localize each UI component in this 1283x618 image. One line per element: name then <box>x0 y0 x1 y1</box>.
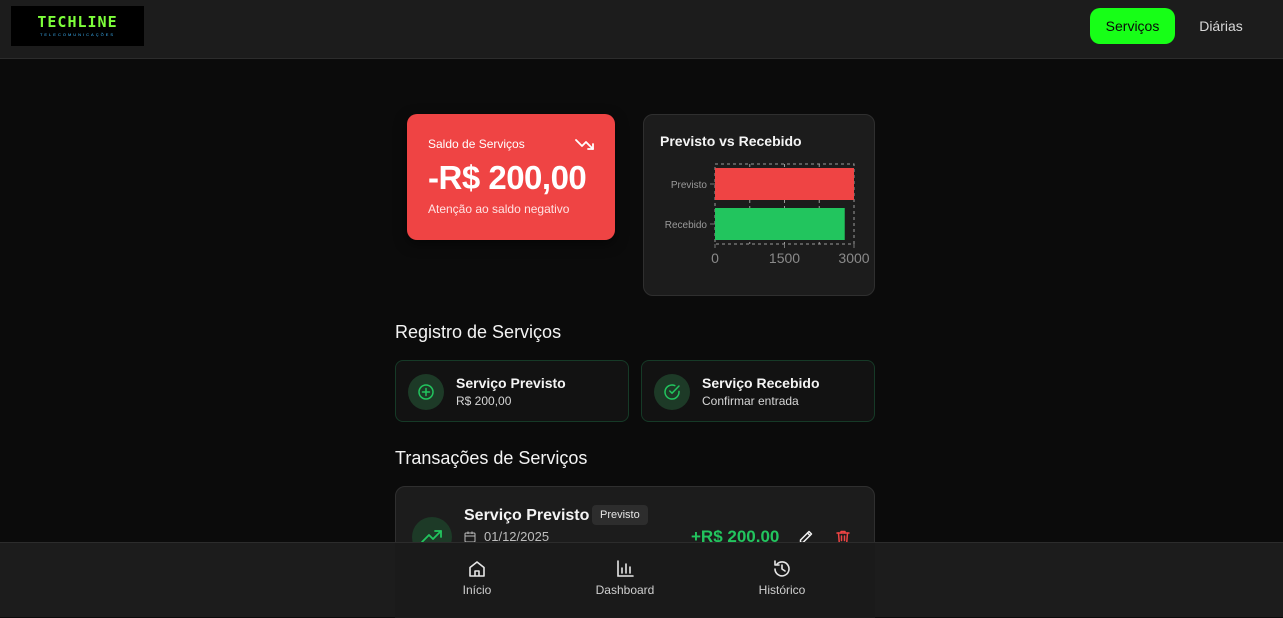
top-bar: TECHLINE TELECOMUNICAÇÕES Serviços Diári… <box>0 0 1283 59</box>
chart-bar-previsto <box>715 168 854 200</box>
balance-label: Saldo de Serviços <box>428 137 525 151</box>
balance-card: Saldo de Serviços -R$ 200,00 Atenção ao … <box>407 114 615 240</box>
nav-historico-label: Histórico <box>758 583 806 597</box>
nav-diarias-button[interactable]: Diárias <box>1188 8 1254 44</box>
logo-tagline: TELECOMUNICAÇÕES <box>39 32 116 37</box>
balance-warning: Atenção ao saldo negativo <box>428 202 570 216</box>
add-previsto-button[interactable]: Serviço Previsto R$ 200,00 <box>395 360 629 422</box>
transactions-section-title: Transações de Serviços <box>395 448 588 468</box>
nav-servicos-button[interactable]: Serviços <box>1090 8 1175 44</box>
add-recebido-button[interactable]: Serviço Recebido Confirmar entrada <box>641 360 875 422</box>
bottom-nav: Início Dashboard Histórico <box>0 542 1283 618</box>
check-circle-icon <box>664 384 680 400</box>
plus-circle-icon <box>418 384 434 400</box>
transaction-title: Serviço Previsto <box>464 507 590 524</box>
chart-y-tick-label: Previsto <box>671 180 708 191</box>
nav-dashboard-label: Dashboard <box>595 583 655 597</box>
recebido-subtitle: Confirmar entrada <box>702 394 799 408</box>
bar-chart-icon <box>617 560 634 577</box>
chart-y-tick-label: Recebido <box>665 220 708 231</box>
trending-down-icon <box>575 139 594 150</box>
bar-chart: Previsto Recebido 0 1500 3000 <box>665 163 870 266</box>
chart-card: Previsto vs Recebido Previsto Recebido 0 15… <box>643 114 875 296</box>
nav-historico[interactable]: Histórico <box>742 559 822 597</box>
nav-dashboard[interactable]: Dashboard <box>585 559 665 597</box>
plus-circle-icon-wrap <box>408 374 444 410</box>
previsto-title: Serviço Previsto <box>456 375 566 391</box>
balance-value: -R$ 200,00 <box>428 159 587 196</box>
bottom-nav-inner: Início Dashboard Histórico <box>395 543 875 618</box>
home-icon <box>469 561 485 577</box>
register-section-title: Registro de Serviços <box>395 322 562 342</box>
nav-inicio[interactable]: Início <box>437 559 517 597</box>
logo-wordmark: TECHLINE <box>37 13 118 31</box>
chart-bar-recebido <box>715 208 845 240</box>
chart-x-tick-label: 3000 <box>838 250 869 266</box>
nav-inicio-label: Início <box>462 583 492 597</box>
chart-x-tick-label: 0 <box>711 250 719 266</box>
techline-logo[interactable]: TECHLINE TELECOMUNICAÇÕES <box>11 6 144 46</box>
transaction-status-badge: Previsto <box>592 505 648 525</box>
check-circle-icon-wrap <box>654 374 690 410</box>
previsto-subtitle: R$ 200,00 <box>456 394 512 408</box>
chart-x-tick-label: 1500 <box>769 250 800 266</box>
history-icon <box>774 560 790 577</box>
recebido-title: Serviço Recebido <box>702 375 820 391</box>
